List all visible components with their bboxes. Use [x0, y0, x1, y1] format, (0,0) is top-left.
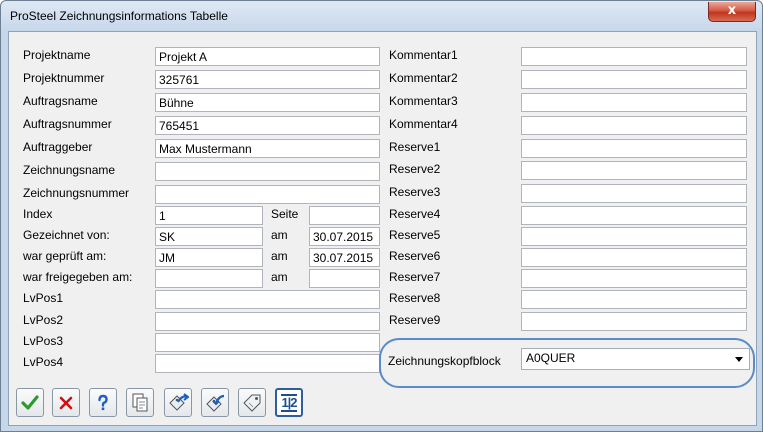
- lvpos1-label: LvPos1: [23, 291, 64, 305]
- index-field[interactable]: 1: [155, 206, 263, 225]
- reserve2-label: Reserve2: [389, 162, 441, 176]
- zeichnungsnummer-label: Zeichnungsnummer: [23, 186, 130, 200]
- cancel-button[interactable]: [52, 388, 80, 417]
- chevron-down-icon[interactable]: [735, 357, 743, 362]
- reserve3-label: Reserve3: [389, 185, 441, 199]
- import-tag-icon: [206, 394, 225, 412]
- zeichnungskopfblock-label: Zeichnungskopfblock: [388, 354, 501, 368]
- lvpos2-field[interactable]: [155, 312, 380, 331]
- tag-icon: [243, 394, 261, 412]
- reserve3-field[interactable]: [521, 184, 747, 203]
- kommentar2-label: Kommentar2: [389, 71, 458, 85]
- geprueft-label: war geprüft am:: [23, 249, 107, 263]
- lvpos2-label: LvPos2: [23, 313, 64, 327]
- import-button[interactable]: [201, 388, 229, 417]
- numbering-icon: 1|2: [281, 393, 298, 412]
- numbering-button[interactable]: 1|2: [275, 388, 303, 417]
- gezeichnet-date-field[interactable]: 30.07.2015: [309, 227, 380, 246]
- projektnummer-field[interactable]: 325761: [155, 70, 380, 89]
- projektnummer-label: Projektnummer: [23, 71, 105, 85]
- seite-label: Seite: [271, 207, 299, 221]
- geprueft-field[interactable]: JM: [155, 248, 263, 267]
- auftragsnummer-label: Auftragsnummer: [23, 117, 112, 131]
- zeichnungskopfblock-value: A0QUER: [526, 351, 576, 365]
- auftraggeber-field[interactable]: Max Mustermann: [155, 139, 380, 158]
- seite-field[interactable]: [309, 206, 380, 225]
- lvpos4-label: LvPos4: [23, 355, 64, 369]
- kommentar2-field[interactable]: [521, 70, 747, 89]
- copy-button[interactable]: [126, 388, 154, 417]
- export-tag-icon: [169, 392, 189, 411]
- lvpos3-field[interactable]: [155, 333, 380, 352]
- kommentar4-field[interactable]: [521, 116, 747, 135]
- projektname-label: Projektname: [23, 48, 91, 62]
- kommentar4-label: Kommentar4: [389, 117, 458, 131]
- freigegeben-date-field[interactable]: [309, 269, 380, 288]
- cancel-x-icon: [59, 396, 73, 409]
- lvpos1-field[interactable]: [155, 290, 380, 309]
- tag-button[interactable]: [238, 388, 266, 417]
- reserve4-label: Reserve4: [389, 207, 441, 221]
- ok-check-icon: [21, 394, 39, 410]
- reserve1-field[interactable]: [521, 139, 747, 158]
- kommentar3-field[interactable]: [521, 93, 747, 112]
- zeichnungsname-field[interactable]: [155, 162, 380, 181]
- gezeichnet-am-label: am: [271, 228, 288, 242]
- reserve5-label: Reserve5: [389, 228, 441, 242]
- close-icon: x: [727, 3, 737, 18]
- close-button[interactable]: x: [708, 2, 756, 22]
- auftraggeber-label: Auftraggeber: [23, 140, 93, 154]
- gezeichnet-field[interactable]: SK: [155, 227, 263, 246]
- reserve2-field[interactable]: [521, 161, 747, 180]
- freigegeben-label: war freigegeben am:: [23, 270, 133, 284]
- copy-document-icon: [132, 393, 148, 411]
- ok-button[interactable]: [16, 388, 44, 417]
- reserve8-field[interactable]: [521, 290, 747, 309]
- reserve8-label: Reserve8: [389, 291, 441, 305]
- reserve1-label: Reserve1: [389, 140, 441, 154]
- help-icon: [98, 394, 108, 410]
- zeichnungskopfblock-dropdown[interactable]: A0QUER: [521, 348, 750, 370]
- freigegeben-field[interactable]: [155, 269, 263, 288]
- export-button[interactable]: [164, 388, 192, 417]
- lvpos4-field[interactable]: [155, 354, 380, 373]
- window-title: ProSteel Zeichnungsinformations Tabelle: [10, 9, 228, 23]
- kommentar1-label: Kommentar1: [389, 48, 458, 62]
- auftragsnummer-field[interactable]: 765451: [155, 116, 380, 135]
- zeichnungsname-label: Zeichnungsname: [23, 163, 116, 177]
- dialog-content: Projektname Projekt A Projektnummer 3257…: [8, 31, 757, 426]
- kommentar1-field[interactable]: [521, 47, 747, 66]
- reserve7-field[interactable]: [521, 269, 747, 288]
- kommentar3-label: Kommentar3: [389, 94, 458, 108]
- reserve6-field[interactable]: [521, 248, 747, 267]
- reserve7-label: Reserve7: [389, 270, 441, 284]
- zeichnungsnummer-field[interactable]: [155, 185, 380, 204]
- projektname-field[interactable]: Projekt A: [155, 47, 380, 66]
- reserve9-field[interactable]: [521, 312, 747, 331]
- geprueft-am-label: am: [271, 249, 288, 263]
- lvpos3-label: LvPos3: [23, 334, 64, 348]
- reserve5-field[interactable]: [521, 227, 747, 246]
- auftragsname-field[interactable]: Bühne: [155, 93, 380, 112]
- auftragsname-label: Auftragsname: [23, 94, 98, 108]
- reserve4-field[interactable]: [521, 206, 747, 225]
- dialog-window: ProSteel Zeichnungsinformations Tabelle …: [0, 0, 763, 432]
- geprueft-date-field[interactable]: 30.07.2015: [309, 248, 380, 267]
- reserve6-label: Reserve6: [389, 249, 441, 263]
- gezeichnet-label: Gezeichnet von:: [23, 228, 110, 242]
- freigegeben-am-label: am: [271, 270, 288, 284]
- help-button[interactable]: [89, 388, 117, 417]
- title-bar: ProSteel Zeichnungsinformations Tabelle …: [1, 1, 762, 31]
- reserve9-label: Reserve9: [389, 313, 441, 327]
- index-label: Index: [23, 207, 53, 221]
